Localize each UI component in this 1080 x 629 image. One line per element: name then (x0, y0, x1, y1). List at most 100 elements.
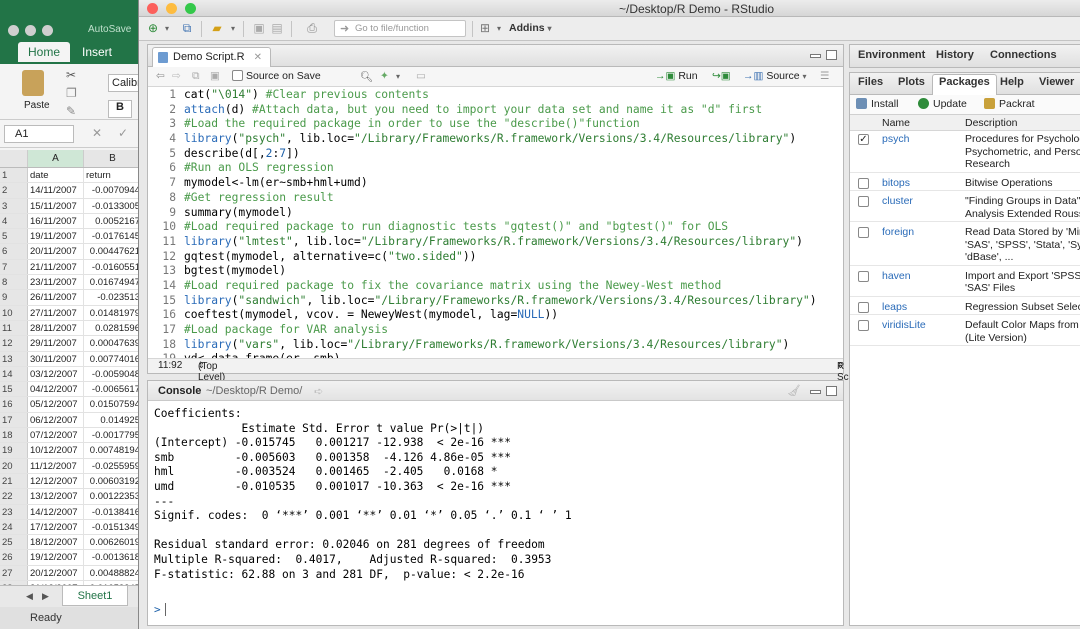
checkbox[interactable] (232, 70, 243, 81)
row-number[interactable]: 2 (0, 183, 28, 198)
package-name-link[interactable]: psych (882, 133, 909, 145)
package-name-link[interactable]: cluster (882, 195, 913, 207)
format-painter-icon[interactable]: ✎ (66, 104, 76, 118)
package-row[interactable]: viridisLite Default Color Maps from 'matp… (850, 317, 1080, 346)
cell[interactable]: -0.0059048 (84, 367, 141, 381)
excel-close-button[interactable] (8, 25, 19, 36)
row-number[interactable]: 10 (0, 305, 28, 320)
cell[interactable]: 05/12/2007 (28, 397, 84, 412)
code-line[interactable]: 18 library("vars", lib.loc="/Library/Fram… (148, 338, 843, 353)
editor-tab-demo-script[interactable]: Demo Script.R ✕ (152, 47, 271, 67)
cell[interactable]: 0.00447621 (84, 244, 141, 258)
cell[interactable]: -0.0255959 (84, 459, 141, 473)
font-name-select[interactable]: Calibri (108, 74, 141, 92)
tab-viewer[interactable]: Viewer (1039, 76, 1074, 88)
row-number[interactable]: 14 (0, 366, 28, 382)
minimize-pane-icon[interactable] (810, 390, 821, 394)
package-name-link[interactable]: viridisLite (882, 319, 926, 331)
cell[interactable]: 0.00774016 (84, 352, 141, 366)
cell[interactable]: 0.00603192 (84, 474, 141, 488)
row-number[interactable]: 24 (0, 519, 28, 535)
sheet-prev-icon[interactable]: ◀ (26, 591, 33, 602)
code-line[interactable]: 16 coeftest(mymodel, vcov. = NeweyWest(my… (148, 308, 843, 323)
cell[interactable]: 19/12/2007 (28, 550, 84, 565)
row-number[interactable]: 1 (0, 168, 28, 183)
cell[interactable]: 03/12/2007 (28, 366, 84, 382)
cell[interactable]: 19/11/2007 (28, 229, 84, 244)
cell[interactable]: 17/12/2007 (28, 519, 84, 535)
row-number[interactable]: 25 (0, 535, 28, 550)
spreadsheet-grid[interactable]: A B 1 date return 2 14/11/2007 -0.0070944 3… (0, 150, 141, 627)
code-line[interactable]: 1 cat("\014") #Clear previous contents (148, 88, 843, 103)
chevron-down-icon[interactable]: ▾ (225, 21, 241, 36)
row-number[interactable]: 13 (0, 351, 28, 366)
excel-zoom-button[interactable] (42, 25, 53, 36)
column-header-name[interactable]: Name (882, 117, 910, 129)
clear-console-icon[interactable]: 🧹︎ (787, 384, 801, 397)
cell[interactable]: return (84, 168, 141, 182)
source-button[interactable]: →▥ Source ▾ (743, 70, 807, 82)
rstudio-window[interactable]: ~/Desktop/R Demo - RStudio ⊕ ▾ ⧉ ▰ ▾ ▣ ▤… (138, 0, 1080, 629)
package-checkbox[interactable] (858, 270, 869, 282)
code-line[interactable]: 8 #Get regression result (148, 191, 843, 206)
package-row[interactable]: leaps Regression Subset Selection (850, 299, 1080, 315)
cell[interactable]: 15/11/2007 (28, 198, 84, 213)
maximize-pane-icon[interactable] (826, 386, 837, 396)
save-icon[interactable]: ▣ (210, 70, 220, 82)
cell[interactable]: 06/12/2007 (28, 412, 84, 428)
source-on-save-checkbox[interactable]: Source on Save (232, 70, 321, 82)
cell[interactable]: date (28, 168, 84, 183)
code-line[interactable]: 12 gqtest(mymodel, alternative=c("two.sid… (148, 250, 843, 265)
cell[interactable]: 29/11/2007 (28, 336, 84, 351)
outline-icon[interactable]: ☰ (820, 70, 829, 82)
search-icon[interactable]: 🔍︎ (360, 70, 373, 83)
cell[interactable]: -0.0160551 (84, 260, 141, 274)
cell[interactable]: 28/11/2007 (28, 320, 84, 336)
ribbon-tab-home[interactable]: Home (18, 42, 71, 62)
console-title[interactable]: Console (158, 385, 201, 397)
package-checkbox[interactable] (858, 177, 869, 189)
cell[interactable]: 0.00047639 (84, 336, 141, 350)
paste-icon[interactable] (22, 70, 44, 96)
select-all-corner[interactable] (0, 150, 28, 167)
source-editor-pane[interactable]: Demo Script.R ✕ ⇦ ⇨ ⧉ ▣ Source on Save 🔍… (147, 44, 863, 383)
run-button[interactable]: →▣ Run (655, 70, 698, 82)
package-row[interactable]: bitops Bitwise Operations (850, 175, 1080, 191)
cell[interactable]: 0.01674947 (84, 275, 141, 289)
column-header-description[interactable]: Description (965, 117, 1018, 129)
cell[interactable]: -0.023513 (84, 290, 141, 304)
ribbon-tab-insert[interactable]: Insert (82, 45, 112, 59)
package-row[interactable]: foreign Read Data Stored by 'Minitab','SA… (850, 224, 1080, 266)
chevron-down-icon[interactable]: ▾ (396, 72, 400, 81)
tab-help[interactable]: Help (1000, 76, 1024, 88)
package-name-link[interactable]: bitops (882, 177, 910, 189)
code-line[interactable]: 15 library("sandwich", lib.loc="/Library/… (148, 294, 843, 309)
cell[interactable]: 23/11/2007 (28, 275, 84, 290)
row-number[interactable]: 6 (0, 244, 28, 259)
open-file-icon[interactable]: ▰ (209, 21, 225, 36)
forward-arrow-icon[interactable]: ⇨ (172, 70, 181, 82)
sheet-next-icon[interactable]: ▶ (42, 591, 49, 602)
code-line[interactable]: 4 library("psych", lib.loc="/Library/Fram… (148, 132, 843, 147)
console-pane[interactable]: Console ~/Desktop/R Demo/ ➪ 🧹︎ Coefficie… (147, 380, 844, 626)
cell[interactable]: 14/11/2007 (28, 183, 84, 198)
cell[interactable]: 30/11/2007 (28, 351, 84, 366)
row-number[interactable]: 8 (0, 275, 28, 290)
addins-menu[interactable]: Addins ▾ (509, 22, 552, 34)
package-row[interactable]: ✓ psych Procedures for Psychological,Psych… (850, 131, 1080, 173)
code-line[interactable]: 5 describe(d[,2:7]) (148, 147, 843, 162)
print-icon[interactable]: ⎙ (304, 21, 320, 36)
row-number[interactable]: 5 (0, 229, 28, 244)
cell[interactable]: 14/12/2007 (28, 504, 84, 519)
row-number[interactable]: 15 (0, 382, 28, 397)
code-editor[interactable]: 1 cat("\014") #Clear previous contents 2 at… (148, 88, 843, 360)
cell[interactable]: 11/12/2007 (28, 458, 84, 473)
package-row[interactable]: cluster "Finding Groups in Data": Cluster… (850, 193, 1080, 222)
code-line[interactable]: 3 #Load the required package in order to … (148, 117, 843, 132)
cell[interactable]: -0.0070944 (84, 183, 141, 197)
cell[interactable]: -0.0013618 (84, 550, 141, 564)
cell[interactable]: 0.00748194 (84, 443, 141, 457)
row-number[interactable]: 18 (0, 428, 28, 443)
show-in-window-icon[interactable]: ⧉ (192, 70, 200, 83)
goto-file-input[interactable]: ➜ Go to file/function (334, 20, 466, 37)
